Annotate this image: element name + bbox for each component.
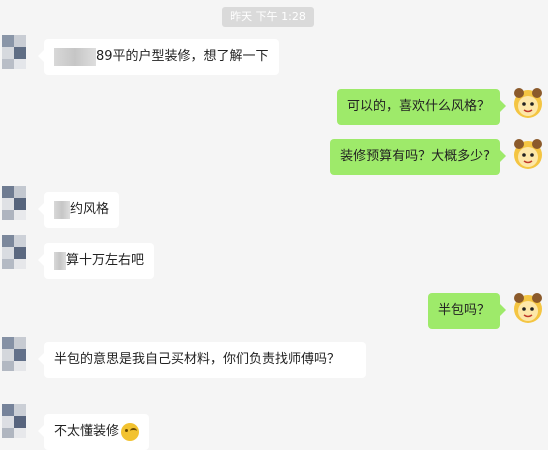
contact-avatar-icon[interactable] [2, 235, 36, 269]
contact-avatar-icon[interactable] [2, 186, 36, 220]
embarrassed-face-icon [121, 422, 140, 441]
message-text: 装修预算有吗？大概多少? [340, 149, 490, 164]
timestamp-badge: 昨天 下午 1:28 [222, 7, 314, 27]
redacted-blur [54, 251, 66, 270]
message-text: 约风格 [70, 202, 110, 217]
contact-avatar-icon[interactable] [2, 337, 36, 371]
message-text: 不太懂装修 [54, 424, 120, 439]
user-avatar-icon[interactable] [511, 86, 545, 120]
message-bubble[interactable]: 可以的，喜欢什么风格？ [336, 89, 507, 125]
message-text: 89平的户型装修，想了解一下 [96, 49, 269, 64]
user-avatar-icon[interactable] [511, 291, 545, 325]
message-text: 算十万左右吧 [66, 253, 145, 268]
contact-avatar-icon[interactable] [2, 404, 36, 438]
message-bubble[interactable]: 装修预算有吗？大概多少? [330, 139, 506, 175]
message-text: 半包的意思是我自己买材料，你们负责找师傅吗？ [54, 352, 341, 367]
message-bubble[interactable]: 89平的户型装修，想了解一下 [38, 39, 279, 75]
message-bubble[interactable]: 半包的意思是我自己买材料，你们负责找师傅吗？ [38, 342, 366, 378]
message-bubble[interactable]: 不太懂装修 [37, 414, 150, 450]
redacted-blur [54, 47, 96, 66]
message-bubble[interactable]: 半包吗？ [427, 293, 507, 329]
message-text: 半包吗？ [437, 303, 490, 318]
message-bubble[interactable]: 约风格 [37, 192, 120, 228]
message-text: 可以的，喜欢什么风格？ [346, 99, 490, 114]
user-avatar-icon[interactable] [511, 137, 545, 171]
contact-avatar-icon[interactable] [2, 35, 36, 69]
message-bubble[interactable]: 算十万左右吧 [37, 243, 155, 279]
redacted-blur [54, 200, 70, 219]
